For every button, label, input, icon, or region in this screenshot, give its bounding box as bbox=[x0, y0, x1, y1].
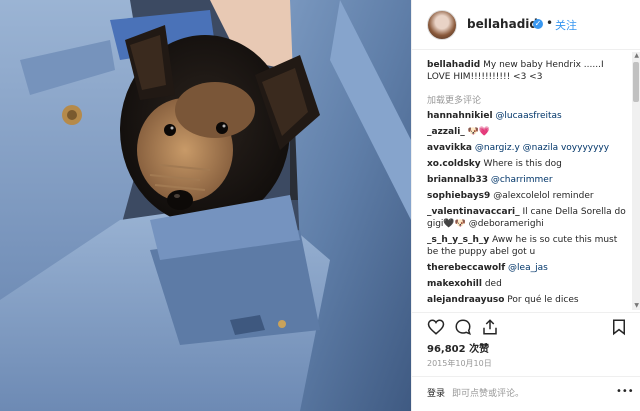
comment-username[interactable]: _valentinavaccari_ bbox=[427, 207, 520, 217]
post-photo[interactable] bbox=[0, 0, 411, 411]
avatar[interactable] bbox=[427, 10, 457, 40]
comment-item: sophiebays9 @alexcolelol reminder bbox=[427, 190, 627, 202]
scrollbar-thumb[interactable] bbox=[633, 62, 639, 102]
comment-username[interactable]: alejandraayuso bbox=[427, 295, 504, 305]
comment-text: 🐶💗 bbox=[467, 127, 491, 137]
comment-username[interactable]: _s_h_y_s_h_y bbox=[427, 235, 489, 245]
comment-item: _azzali_ 🐶💗 bbox=[427, 126, 627, 138]
header-separator: • bbox=[546, 16, 554, 30]
comment-icon[interactable] bbox=[454, 318, 472, 336]
comment-text[interactable]: @lucaasfreitas bbox=[495, 111, 561, 121]
comment-username[interactable]: _azzali_ bbox=[427, 127, 465, 137]
login-hint-text: 即可点赞或评论。 bbox=[452, 389, 525, 399]
likes-count[interactable]: 96,802 次赞 bbox=[427, 340, 489, 355]
post-caption: bellahadid My new baby Hendrix ......I L… bbox=[427, 59, 627, 83]
post-date: 2015年10月10日 bbox=[427, 359, 492, 368]
share-icon[interactable] bbox=[481, 318, 499, 336]
likes-number: 96,802 bbox=[427, 344, 466, 355]
comment-item: xo.coldsky Where is this dog bbox=[427, 158, 627, 170]
comment-username[interactable]: avavikka bbox=[427, 143, 472, 153]
comment-item: makexohill ded bbox=[427, 278, 627, 290]
comment-text: Where is this dog bbox=[483, 159, 562, 169]
comment-username[interactable]: sophiebays9 bbox=[427, 191, 490, 201]
comment-username[interactable]: hannahnikiel bbox=[427, 111, 493, 121]
scroll-down-arrow-icon[interactable]: ▼ bbox=[634, 302, 639, 309]
comment-item: hannahnikiel @lucaasfreitas bbox=[427, 110, 627, 122]
comment-item: briannalb33 @charrimmer bbox=[427, 174, 627, 186]
comment-text: ded bbox=[484, 279, 502, 289]
load-more-comments-link[interactable]: 加载更多评论 bbox=[427, 93, 481, 106]
heart-icon[interactable] bbox=[427, 318, 445, 336]
comment-item: avavikka @nargiz.y @nazila voyyyyyyy bbox=[427, 142, 627, 154]
comment-item: therebeccawolf @lea_jas bbox=[427, 262, 627, 274]
comment-item: _valentinavaccari_ Il cane Della Sorella… bbox=[427, 206, 627, 230]
scroll-up-arrow-icon[interactable]: ▲ bbox=[634, 52, 639, 59]
comment-text: @alexcolelol reminder bbox=[493, 191, 594, 201]
more-options-icon[interactable]: ••• bbox=[616, 386, 634, 397]
comment-text: Por qué le dices bbox=[507, 295, 579, 305]
login-bar bbox=[412, 376, 640, 411]
comment-username[interactable]: xo.coldsky bbox=[427, 159, 481, 169]
comment-username[interactable]: makexohill bbox=[427, 279, 482, 289]
puppy-photo-illustration bbox=[0, 0, 411, 411]
comment-text[interactable]: @nargiz.y @nazila voyyyyyyy bbox=[475, 143, 609, 153]
header-username[interactable]: bellahadid bbox=[467, 17, 538, 31]
follow-button[interactable]: 关注 bbox=[555, 17, 577, 33]
comment-item: _s_h_y_s_h_y Aww he is so cute this must… bbox=[427, 234, 627, 258]
comment-text[interactable]: @lea_jas bbox=[508, 263, 548, 273]
comment-username[interactable]: therebeccawolf bbox=[427, 263, 505, 273]
caption-username[interactable]: bellahadid bbox=[427, 60, 480, 70]
comment-item: alejandraayuso Por qué le dices bbox=[427, 294, 627, 306]
comment-username[interactable]: briannalb33 bbox=[427, 175, 488, 185]
login-link[interactable]: 登录 bbox=[427, 386, 445, 399]
comment-text[interactable]: @charrimmer bbox=[491, 175, 553, 185]
verified-badge-icon: ✓ bbox=[533, 19, 543, 29]
likes-label: 次赞 bbox=[469, 344, 490, 355]
bookmark-icon[interactable] bbox=[610, 318, 628, 336]
